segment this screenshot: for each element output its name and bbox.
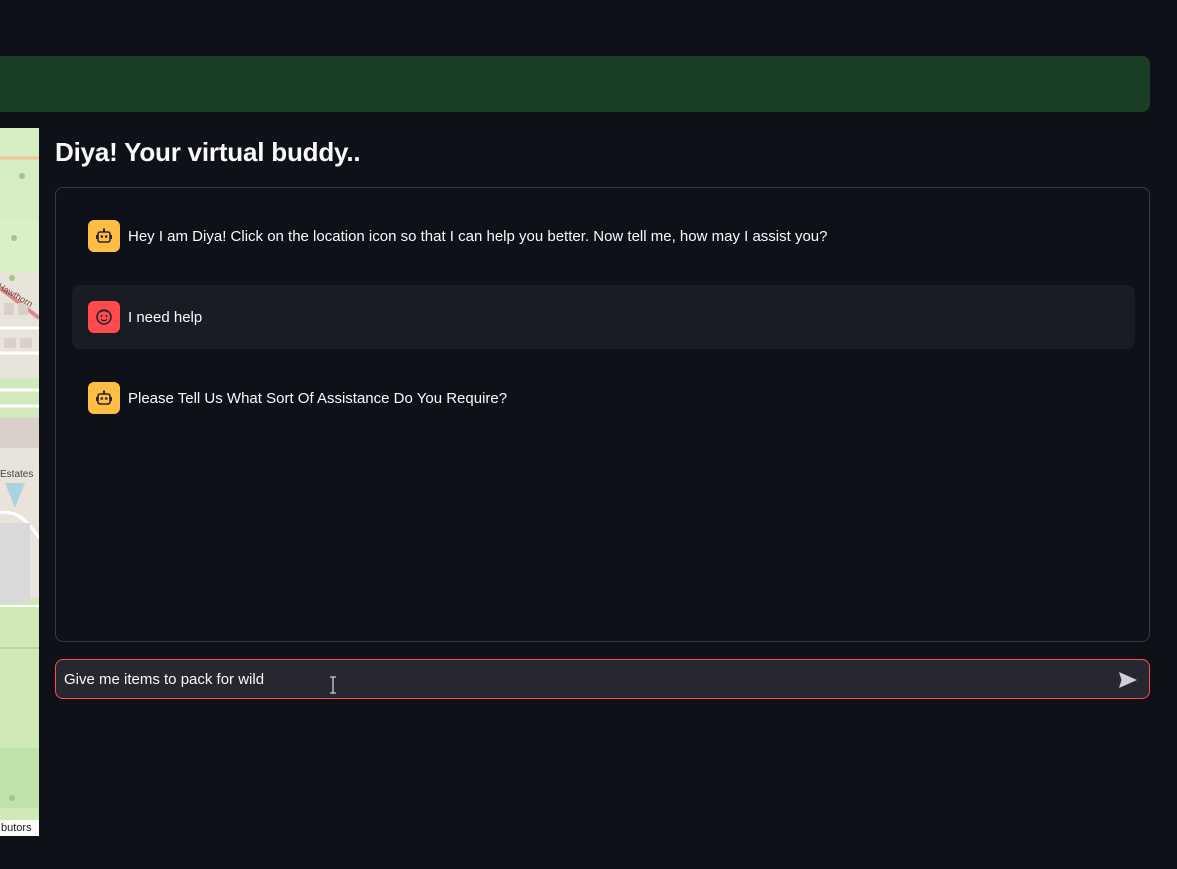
map-panel[interactable]: Hawthorn Estates butors <box>0 128 39 836</box>
robot-icon <box>88 382 120 414</box>
robot-icon <box>88 220 120 252</box>
chat-history[interactable]: Hey I am Diya! Click on the location ico… <box>55 187 1150 642</box>
status-banner <box>0 56 1150 112</box>
message-text: I need help <box>128 308 203 326</box>
page-title: Diya! Your virtual buddy.. <box>55 137 361 167</box>
message-text: Hey I am Diya! Click on the location ico… <box>128 227 828 245</box>
map-area-label: Estates <box>0 469 34 480</box>
smiley-face-icon <box>88 301 120 333</box>
chat-message-assistant: Please Tell Us What Sort Of Assistance D… <box>72 366 1135 430</box>
send-button[interactable] <box>1117 669 1139 691</box>
map-attribution[interactable]: butors <box>0 820 39 836</box>
chat-input[interactable] <box>56 660 1106 698</box>
app-page: Hawthorn Estates butors Diya! Your virtu… <box>0 0 1177 869</box>
map-tiles <box>0 128 39 836</box>
text-cursor-icon <box>330 676 336 694</box>
send-arrow-icon <box>1119 672 1137 688</box>
chat-message-user: I need help <box>72 285 1135 349</box>
message-text: Please Tell Us What Sort Of Assistance D… <box>128 389 508 407</box>
chat-message-assistant: Hey I am Diya! Click on the location ico… <box>72 204 1135 268</box>
chat-input-container[interactable] <box>55 659 1150 699</box>
